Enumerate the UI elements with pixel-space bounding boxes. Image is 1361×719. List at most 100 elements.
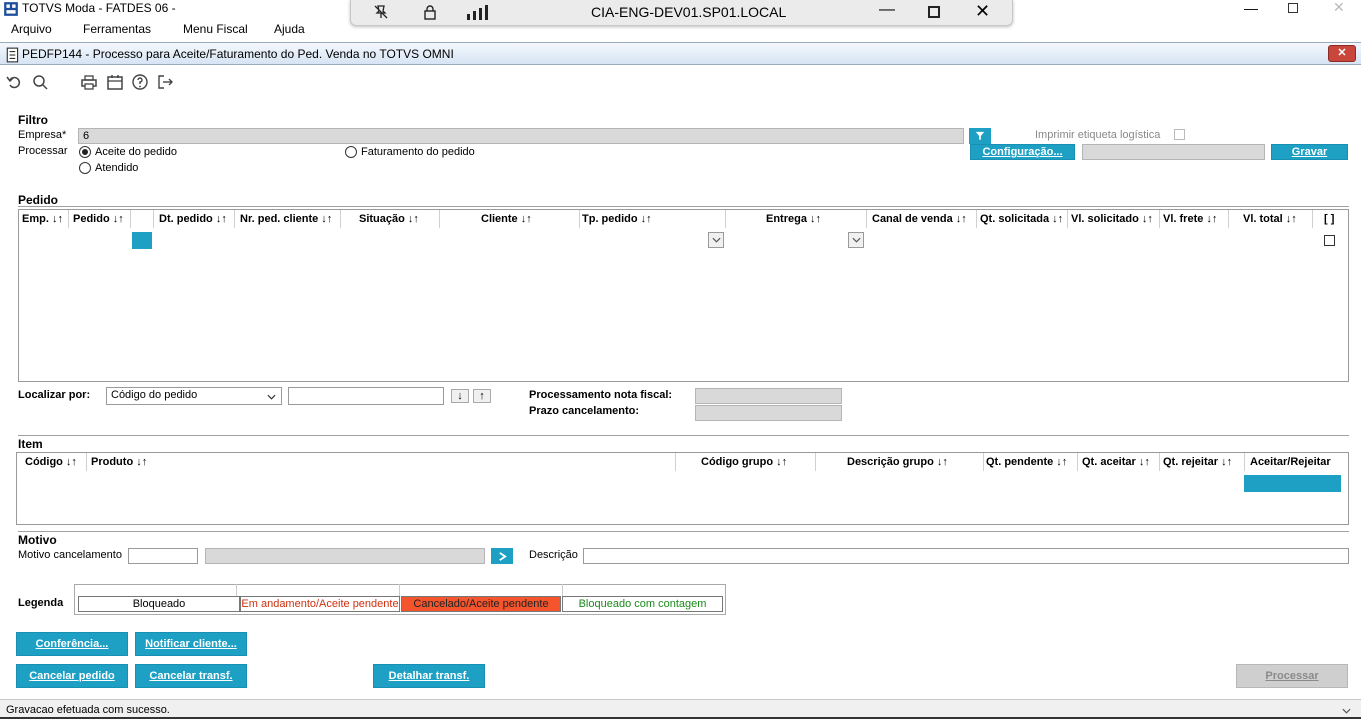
sort-down-button[interactable]: ↓ <box>451 389 469 403</box>
col-qt-pendente[interactable]: Qt. pendente ↓↑ <box>986 453 1067 471</box>
conferencia-button[interactable]: Conferência... <box>16 632 128 656</box>
print-icon[interactable] <box>81 74 97 90</box>
processamento-nota-label: Processamento nota fiscal: <box>529 389 673 401</box>
pedido-grid[interactable]: Emp. ↓↑ Pedido ↓↑ Dt. pedido ↓↑ Nr. ped.… <box>18 209 1349 382</box>
entrega-dropdown[interactable] <box>848 232 864 248</box>
window-titlebar: PEDFP144 - Processo para Aceite/Faturame… <box>0 42 1361 65</box>
radio-aceite-label: Aceite do pedido <box>95 146 177 158</box>
remote-close-button[interactable]: ✕ <box>975 1 990 22</box>
remote-minimize-button[interactable]: — <box>879 1 895 19</box>
undo-icon[interactable] <box>6 74 22 90</box>
empresa-field[interactable]: 6 <box>78 128 964 144</box>
app-restore-button[interactable] <box>1288 3 1298 13</box>
col-qt-aceitar[interactable]: Qt. aceitar ↓↑ <box>1082 453 1150 471</box>
app-title: TOTVS Moda - FATDES 06 - <box>22 1 176 15</box>
processar-button[interactable]: Processar <box>1236 664 1348 688</box>
localizar-select[interactable]: Código do pedido <box>106 387 282 405</box>
notificar-cliente-button[interactable]: Notificar cliente... <box>135 632 247 656</box>
col-codigo-grupo[interactable]: Código grupo ↓↑ <box>701 453 787 471</box>
legenda-header-sep <box>399 584 400 596</box>
arrow-right-icon[interactable] <box>491 548 513 564</box>
col-tp-pedido[interactable]: Tp. pedido ↓↑ <box>582 210 652 228</box>
col-select-all[interactable]: [ ] <box>1324 210 1334 228</box>
col-produto[interactable]: Produto ↓↑ <box>91 453 147 471</box>
pin-icon[interactable] <box>373 4 389 20</box>
close-icon[interactable]: ✕ <box>1328 45 1356 62</box>
col-cliente[interactable]: Cliente ↓↑ <box>481 210 532 228</box>
lock-icon <box>422 4 438 20</box>
gravar-button[interactable]: Gravar <box>1271 144 1348 160</box>
tp-pedido-dropdown[interactable] <box>708 232 724 248</box>
sort-up-button[interactable]: ↑ <box>473 389 491 403</box>
col-qt-solicitada[interactable]: Qt. solicitada ↓↑ <box>980 210 1063 228</box>
legenda-bloqueado: Bloqueado <box>78 596 240 612</box>
menu-ajuda[interactable]: Ajuda <box>274 22 305 36</box>
col-separator <box>579 210 580 228</box>
cancelar-transf-button[interactable]: Cancelar transf. <box>135 664 247 688</box>
radio-aceite[interactable] <box>79 146 91 158</box>
col-separator <box>725 210 726 228</box>
col-dt-pedido[interactable]: Dt. pedido ↓↑ <box>159 210 227 228</box>
chevron-down-icon <box>851 237 861 243</box>
help-icon[interactable] <box>132 74 148 90</box>
cancelar-pedido-button-label: Cancelar pedido <box>29 670 115 682</box>
motivo-title: Motivo <box>18 533 57 547</box>
col-vl-total[interactable]: Vl. total ↓↑ <box>1243 210 1297 228</box>
app-close-button[interactable]: ✕ <box>1333 0 1345 16</box>
motivo-codigo-field[interactable] <box>128 548 198 564</box>
menu-arquivo[interactable]: Arquivo <box>11 22 52 36</box>
col-pedido[interactable]: Pedido ↓↑ <box>73 210 124 228</box>
cancelar-pedido-button[interactable]: Cancelar pedido <box>16 664 128 688</box>
descricao-field[interactable] <box>583 548 1349 564</box>
chevron-down-icon[interactable] <box>1342 708 1351 714</box>
menu-menu-fiscal[interactable]: Menu Fiscal <box>183 22 248 36</box>
prazo-cancelamento-label: Prazo cancelamento: <box>529 405 640 417</box>
col-separator <box>86 453 87 471</box>
col-codigo[interactable]: Código ↓↑ <box>25 453 77 471</box>
pedido-title: Pedido <box>18 193 59 207</box>
imprimir-etiqueta-checkbox[interactable] <box>1174 129 1185 140</box>
legenda-header-sep <box>562 584 563 596</box>
signal-icon <box>466 4 490 20</box>
col-situacao[interactable]: Situação ↓↑ <box>359 210 419 228</box>
aceitar-rejeitar-cell[interactable] <box>1244 475 1341 492</box>
col-vl-solicitado[interactable]: Vl. solicitado ↓↑ <box>1071 210 1153 228</box>
imprimir-etiqueta-label: Imprimir etiqueta logística <box>1035 129 1161 141</box>
col-separator <box>983 453 984 471</box>
row-marker[interactable] <box>132 232 152 249</box>
menu-ferramentas[interactable]: Ferramentas <box>83 22 151 36</box>
detalhar-transf-button[interactable]: Detalhar transf. <box>373 664 485 688</box>
col-aceitar-rejeitar[interactable]: Aceitar/Rejeitar <box>1250 453 1331 471</box>
item-title: Item <box>18 437 43 451</box>
col-nr-ped-cliente[interactable]: Nr. ped. cliente ↓↑ <box>240 210 332 228</box>
col-descricao-grupo[interactable]: Descrição grupo ↓↑ <box>847 453 948 471</box>
radio-atendido[interactable] <box>79 162 91 174</box>
col-vl-frete[interactable]: Vl. frete ↓↑ <box>1163 210 1217 228</box>
radio-faturamento-label: Faturamento do pedido <box>361 146 475 158</box>
exit-icon[interactable] <box>157 74 173 90</box>
processamento-nota-field <box>695 388 842 404</box>
localizar-input[interactable] <box>288 387 444 405</box>
radio-atendido-label: Atendido <box>95 162 139 174</box>
configuracao-field[interactable] <box>1082 144 1265 160</box>
radio-faturamento[interactable] <box>345 146 357 158</box>
col-canal-venda[interactable]: Canal de venda ↓↑ <box>872 210 967 228</box>
remote-restore-button[interactable] <box>928 6 940 18</box>
empresa-label: Empresa* <box>18 129 67 141</box>
item-grid[interactable]: Código ↓↑ Produto ↓↑ Código grupo ↓↑ Des… <box>16 452 1349 525</box>
app-minimize-button[interactable]: — <box>1244 0 1258 16</box>
document-icon <box>5 47 19 63</box>
filtro-title: Filtro <box>18 113 48 127</box>
item-divider <box>18 435 1349 436</box>
col-emp[interactable]: Emp. ↓↑ <box>22 210 63 228</box>
row-checkbox[interactable] <box>1324 235 1335 246</box>
calendar-icon[interactable] <box>107 74 123 90</box>
filter-icon[interactable] <box>969 128 991 144</box>
col-entrega[interactable]: Entrega ↓↑ <box>766 210 821 228</box>
col-separator <box>815 453 816 471</box>
col-qt-rejeitar[interactable]: Qt. rejeitar ↓↑ <box>1163 453 1232 471</box>
configuracao-button[interactable]: Configuração... <box>970 144 1075 160</box>
search-icon[interactable] <box>32 74 48 90</box>
cancelar-transf-button-label: Cancelar transf. <box>149 670 233 682</box>
remote-host: CIA-ENG-DEV01.SP01.LOCAL <box>591 4 787 20</box>
